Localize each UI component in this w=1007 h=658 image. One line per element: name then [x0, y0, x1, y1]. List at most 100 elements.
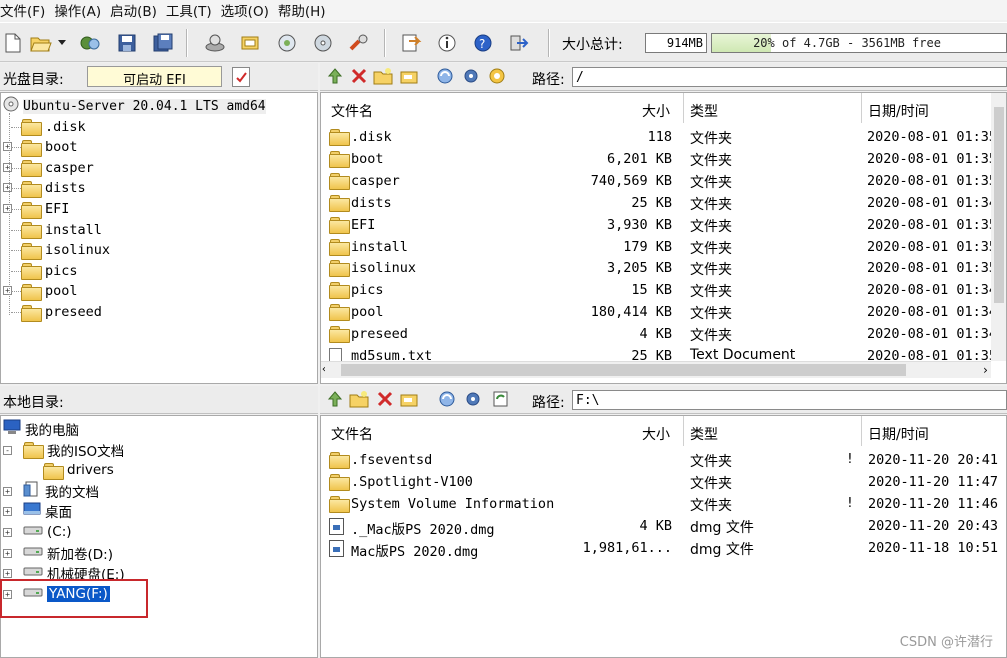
tree-item[interactable]: pics — [11, 261, 78, 281]
tree-item[interactable]: + EFI — [3, 199, 69, 219]
scrollbar-thumb[interactable] — [341, 364, 906, 376]
column-name[interactable]: 文件名 — [331, 424, 373, 444]
scroll-left-icon[interactable]: ‹ — [321, 364, 331, 376]
settings-icon[interactable] — [460, 65, 482, 87]
boot-properties-icon[interactable] — [232, 67, 250, 87]
collapse-icon[interactable]: - — [3, 445, 12, 455]
refresh-icon[interactable] — [436, 388, 458, 410]
menu-help[interactable]: 帮助(H) — [278, 0, 335, 20]
file-row[interactable]: pool 180,414 KB 文件夹 2020-08-01 01:34 — [321, 301, 1006, 323]
column-divider[interactable] — [683, 416, 684, 446]
menu-boot[interactable]: 启动(B) — [110, 0, 166, 20]
file-row[interactable]: Mac版PS 2020.dmg 1,981,61... dmg 文件 2020-11-… — [321, 537, 1006, 560]
file-row[interactable]: EFI 3,930 KB 文件夹 2020-08-01 01:35 — [321, 214, 1006, 236]
file-row[interactable]: boot 6,201 KB 文件夹 2020-08-01 01:35 — [321, 148, 1006, 170]
delete-icon[interactable] — [374, 388, 396, 410]
file-row[interactable]: .disk 118 文件夹 2020-08-01 01:35 — [321, 126, 1006, 148]
expand-icon[interactable]: + — [3, 548, 12, 558]
delete-icon[interactable] — [348, 65, 370, 87]
expand-icon[interactable]: + — [3, 507, 12, 517]
horizontal-scrollbar[interactable]: ‹ › — [321, 361, 991, 378]
rename-icon[interactable] — [398, 388, 420, 410]
column-type[interactable]: 类型 — [690, 101, 718, 121]
file-row[interactable]: install 179 KB 文件夹 2020-08-01 01:35 — [321, 236, 1006, 258]
up-folder-icon[interactable] — [324, 388, 346, 410]
save-icon[interactable] — [116, 32, 138, 54]
column-divider[interactable] — [861, 93, 862, 123]
menu-options[interactable]: 选项(O) — [221, 0, 278, 20]
search-icon[interactable] — [276, 32, 298, 54]
extract-icon[interactable] — [400, 32, 422, 54]
menu-tools[interactable]: 工具(T) — [166, 0, 221, 20]
boot-type-field[interactable]: 可启动 EFI — [87, 66, 222, 88]
file-row[interactable]: .fseventsd 文件夹! 2020-11-20 20:41 — [321, 449, 1006, 471]
file-row[interactable]: pics 15 KB 文件夹 2020-08-01 01:34 — [321, 279, 1006, 301]
disc-tree[interactable]: Ubuntu-Server 20.04.1 LTS amd64 .disk + boo… — [0, 92, 318, 384]
column-divider[interactable] — [683, 93, 684, 123]
tool-icon[interactable] — [348, 32, 370, 54]
column-type[interactable]: 类型 — [690, 424, 718, 444]
file-row[interactable]: ._Mac版PS 2020.dmg 4 KB dmg 文件 2020-11-20 20… — [321, 515, 1006, 538]
burn-icon[interactable] — [204, 32, 226, 54]
settings-icon[interactable] — [462, 388, 484, 410]
file-row[interactable]: dists 25 KB 文件夹 2020-08-01 01:34 — [321, 192, 1006, 214]
info-icon[interactable] — [436, 32, 458, 54]
expand-icon[interactable]: + — [3, 569, 12, 579]
local-file-list[interactable]: 文件名 大小 类型 日期/时间 .fseventsd 文件夹! 2020-11-20… — [320, 415, 1007, 658]
vertical-scrollbar[interactable] — [991, 93, 1006, 361]
tree-item[interactable]: + dists — [3, 178, 86, 198]
tree-item[interactable]: + boot — [3, 137, 78, 157]
dropdown-arrow-icon[interactable] — [56, 32, 68, 54]
disc-file-list[interactable]: 文件名 大小 类型 日期/时间 .disk 118 文件夹 2020-08-01 01… — [320, 92, 1007, 384]
column-size[interactable]: 大小 — [642, 424, 670, 444]
tree-root[interactable]: Ubuntu-Server 20.04.1 LTS amd64 — [3, 96, 266, 116]
rename-icon[interactable] — [398, 65, 420, 87]
tree-item[interactable]: + 桌面 — [3, 501, 72, 521]
new-icon[interactable] — [2, 32, 24, 54]
column-date[interactable]: 日期/时间 — [868, 424, 929, 444]
tree-item[interactable]: + pool — [3, 281, 78, 301]
file-row[interactable]: .Spotlight-V100 文件夹 2020-11-20 11:47 — [321, 471, 1006, 493]
tree-item[interactable]: + (C:) — [3, 522, 72, 542]
tree-item[interactable]: 我的电脑 — [3, 419, 79, 439]
tree-item[interactable]: isolinux — [11, 240, 110, 260]
save-as-icon[interactable] — [152, 32, 174, 54]
column-divider[interactable] — [861, 416, 862, 446]
scrollbar-thumb[interactable] — [994, 107, 1004, 303]
scroll-right-icon[interactable]: › — [982, 363, 989, 377]
file-row[interactable]: preseed 4 KB 文件夹 2020-08-01 01:34 — [321, 323, 1006, 345]
new-folder-icon[interactable] — [372, 65, 394, 87]
new-folder-icon[interactable] — [348, 388, 370, 410]
up-folder-icon[interactable] — [324, 65, 346, 87]
tree-item[interactable]: + 我的文档 — [3, 481, 99, 501]
properties-icon[interactable] — [486, 65, 508, 87]
local-path-input[interactable]: F:\ — [572, 390, 1007, 410]
refresh-icon[interactable] — [434, 65, 456, 87]
tree-item[interactable]: + casper — [3, 158, 94, 178]
capacity-bar[interactable]: 20% of 4.7GB - 3561MB free — [711, 33, 1007, 53]
tree-item[interactable]: install — [11, 220, 102, 240]
expand-icon[interactable]: + — [3, 486, 12, 496]
tree-item[interactable]: preseed — [11, 302, 102, 322]
file-row[interactable]: isolinux 3,205 KB 文件夹 2020-08-01 01:35 — [321, 257, 1006, 279]
disc-path-input[interactable]: / — [572, 67, 1007, 87]
open-icon[interactable] — [30, 32, 52, 54]
help-icon[interactable]: ? — [472, 32, 494, 54]
tree-item[interactable]: drivers — [43, 460, 114, 480]
column-date[interactable]: 日期/时间 — [868, 101, 929, 121]
menu-file[interactable]: 文件(F) — [0, 0, 54, 20]
menu-action[interactable]: 操作(A) — [54, 0, 110, 20]
column-name[interactable]: 文件名 — [331, 101, 373, 121]
local-tree[interactable]: 我的电脑 - 我的ISO文档 drivers + 我的文档 + 桌面 + (C:) + 新加卷(D:)… — [0, 415, 318, 658]
file-row[interactable]: System Volume Information 文件夹! 2020-11-20 … — [321, 493, 1006, 515]
cut-icon[interactable] — [80, 32, 102, 54]
tree-item[interactable]: + 新加卷(D:) — [3, 543, 113, 563]
exit-icon[interactable] — [508, 32, 530, 54]
tree-item[interactable]: .disk — [11, 117, 86, 137]
column-size[interactable]: 大小 — [642, 101, 670, 121]
sync-icon[interactable] — [490, 388, 512, 410]
file-row[interactable]: casper 740,569 KB 文件夹 2020-08-01 01:35 — [321, 170, 1006, 192]
disc-icon[interactable] — [312, 32, 334, 54]
tree-item[interactable]: - 我的ISO文档 — [3, 440, 124, 460]
mount-icon[interactable] — [240, 32, 262, 54]
